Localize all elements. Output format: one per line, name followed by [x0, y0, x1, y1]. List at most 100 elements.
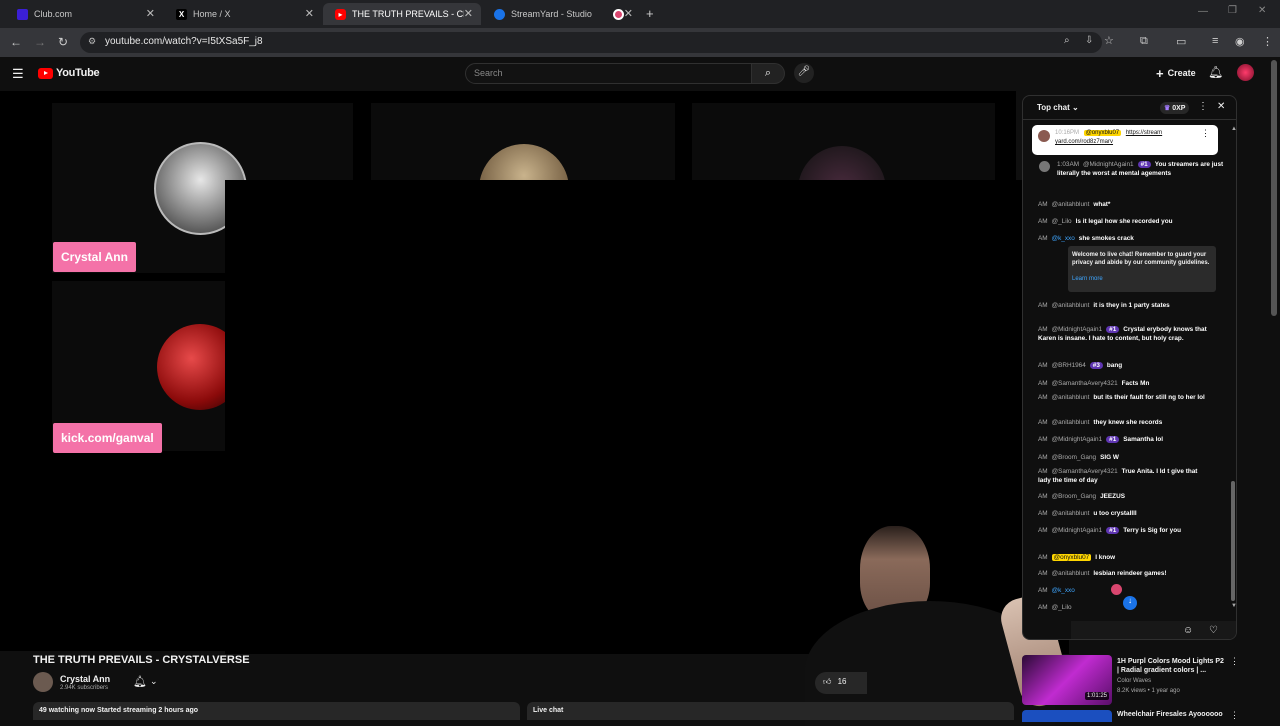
emoji-icon[interactable]: ☺ — [1183, 625, 1193, 636]
chat-message[interactable]: AM @_Lilo Is it legal how she recorded you — [1038, 217, 1208, 226]
pinned-user[interactable]: @onyxblu07 — [1083, 130, 1122, 136]
chat-scroll-thumb[interactable] — [1231, 481, 1235, 601]
chat-username[interactable]: @Broom_Gang — [1052, 454, 1097, 461]
chat-message[interactable]: AM @k_xxo she smokes crack — [1038, 234, 1208, 243]
chat-username[interactable]: @k_xxo — [1052, 235, 1075, 242]
chat-username[interactable]: @anitahblunt — [1052, 510, 1090, 517]
channel-avatar[interactable] — [33, 672, 53, 692]
chat-username[interactable]: @anitahblunt — [1052, 419, 1090, 426]
create-button[interactable]: + Create — [1150, 64, 1202, 82]
tab-x[interactable]: X Home / X ✕ — [164, 3, 322, 25]
reading-list-icon[interactable]: ≡ — [1212, 35, 1218, 47]
youtube-logo[interactable]: YouTube — [38, 67, 100, 79]
chat-message[interactable]: AM @k_xxo — [1038, 586, 1208, 595]
forward-icon[interactable]: → — [34, 35, 46, 49]
chat-message[interactable]: AM @anitahblunt u too crystallll — [1038, 509, 1208, 518]
reload-icon[interactable]: ↻ — [58, 35, 68, 49]
tab-club[interactable]: Club.com ✕ — [5, 3, 163, 25]
chat-username[interactable]: @_Lilo — [1052, 218, 1072, 225]
chat-username[interactable]: @onyxblu07 — [1051, 554, 1092, 561]
like-button[interactable]: 👍︎ 16 — [815, 672, 867, 694]
description-box[interactable]: 49 watching now Started streaming 2 hour… — [33, 702, 520, 720]
live-chat-toggle[interactable]: Live chat — [527, 702, 1014, 720]
channel-name[interactable]: Crystal Ann — [60, 674, 110, 684]
chat-message[interactable]: AM @anitahblunt what* — [1038, 200, 1208, 209]
close-tab-icon[interactable]: ✕ — [464, 7, 473, 20]
voice-search-button[interactable]: 🎤︎ — [794, 63, 814, 83]
learn-more-link[interactable]: Learn more — [1072, 275, 1212, 283]
recommendation-item[interactable]: 1:01:25 1H Purpl Colors Mood Lights P2 |… — [1022, 655, 1262, 722]
scroll-up-icon[interactable]: ▲ — [1231, 126, 1236, 132]
chat-username[interactable]: @BRH1964 — [1052, 362, 1086, 369]
chat-username[interactable]: @MidnightAgain1 — [1083, 161, 1134, 168]
chat-message[interactable]: AM @SamanthaAvery4321 Facts Mn — [1038, 379, 1208, 388]
chat-message[interactable]: AM @BRH1964 #3 bang — [1038, 361, 1208, 370]
chat-message[interactable]: AM @Broom_Gang SIG W — [1038, 453, 1208, 462]
chat-username[interactable]: @MidnightAgain1 — [1052, 436, 1103, 443]
recommendation-menu-icon[interactable]: ⋮ — [1230, 656, 1239, 667]
chat-message[interactable]: AM @onyxblu07 I know — [1038, 553, 1208, 562]
close-tab-icon[interactable]: ✕ — [305, 7, 314, 20]
zoom-icon[interactable]: ⌕ — [1064, 35, 1070, 46]
chat-message[interactable]: AM @MidnightAgain1 #1 Terry is Sig for you — [1038, 526, 1208, 535]
pinned-message[interactable]: 10:16PM @onyxblu07 https://stream yard.c… — [1032, 125, 1218, 155]
profile-icon[interactable]: ◉ — [1235, 35, 1245, 48]
maximize-icon[interactable]: ❐ — [1228, 5, 1237, 16]
extensions-icon[interactable]: ⧉ — [1140, 35, 1148, 48]
recommendation-title[interactable]: 1H Purpl Colors Mood Lights P2 | Radial … — [1117, 657, 1227, 675]
recommendation-thumbnail[interactable] — [1022, 710, 1112, 722]
tab-youtube[interactable]: ▸ THE TRUTH PREVAILS - CRYSTA ✕ — [323, 3, 481, 25]
bookmark-star-icon[interactable]: ☆ — [1104, 34, 1114, 47]
chat-username[interactable]: @k_xxo — [1052, 587, 1075, 594]
chat-menu-icon[interactable]: ⋮ — [1198, 101, 1208, 112]
chevron-down-icon[interactable]: ⌄ — [150, 676, 158, 687]
notifications-bell-icon[interactable]: 🔔︎ — [1208, 65, 1223, 79]
chat-username[interactable]: @anitahblunt — [1052, 201, 1090, 208]
scroll-down-icon[interactable]: ▼ — [1231, 603, 1236, 609]
menu-icon[interactable]: ⋮ — [1262, 35, 1273, 48]
chat-message[interactable]: AM @MidnightAgain1 #1 Crystal erybody knows… — [1038, 325, 1208, 343]
chat-message[interactable]: AM @anitahblunt but its their fault for st… — [1038, 393, 1208, 402]
install-icon[interactable]: ⇩ — [1085, 35, 1093, 46]
chat-username[interactable]: @Broom_Gang — [1052, 493, 1097, 500]
account-avatar[interactable] — [1237, 64, 1254, 81]
chat-message[interactable]: AM @anitahblunt it is they in 1 party stat… — [1038, 301, 1208, 310]
hamburger-menu-icon[interactable]: ☰ — [12, 66, 24, 82]
recommendation-menu-icon[interactable]: ⋮ — [1230, 710, 1239, 721]
close-chat-icon[interactable]: ✕ — [1217, 101, 1225, 112]
recommendation-thumbnail[interactable]: 1:01:25 — [1022, 655, 1112, 705]
chat-message[interactable]: AM @Broom_Gang JEEZUS — [1038, 492, 1208, 501]
bell-subscribed-icon[interactable]: 🔔︎ — [133, 675, 147, 688]
minimize-icon[interactable]: — — [1198, 6, 1208, 17]
scroll-to-latest-icon[interactable]: ↓ — [1123, 596, 1137, 610]
chat-username[interactable]: @anitahblunt — [1052, 302, 1090, 309]
close-tab-icon[interactable]: ✕ — [146, 7, 155, 20]
search-button[interactable]: ⌕ — [752, 63, 785, 84]
tab-recording[interactable]: ✕ — [601, 3, 639, 25]
chat-username[interactable]: @SamanthaAvery4321 — [1052, 380, 1118, 387]
chat-message[interactable]: AM @MidnightAgain1 #1 Samantha lol — [1038, 435, 1208, 444]
chat-mode-dropdown[interactable]: Top chat ⌄ — [1037, 103, 1079, 112]
search-input[interactable]: Search — [465, 63, 752, 84]
chat-message[interactable]: AM @SamanthaAvery4321 True Anita. I ld t g… — [1038, 467, 1208, 485]
recommendation-title[interactable]: Wheelchair Firesales Ayoooooo — [1117, 711, 1237, 718]
chat-message[interactable]: AM @anitahblunt lesbian reindeer games! — [1038, 569, 1208, 578]
chat-message[interactable]: 1:03AM @MidnightAgain1 #1 You streamers are… — [1039, 160, 1227, 178]
pinned-menu-icon[interactable]: ⋮ — [1201, 129, 1210, 138]
chat-username[interactable]: @MidnightAgain1 — [1052, 527, 1103, 534]
recommendation-channel[interactable]: Color Waves — [1117, 678, 1151, 684]
back-icon[interactable]: ← — [10, 35, 22, 49]
page-scrollbar[interactable] — [1271, 60, 1277, 316]
new-tab-button[interactable]: + — [646, 6, 654, 21]
heart-icon[interactable]: ♡ — [1209, 625, 1218, 636]
site-info-icon[interactable]: ⚙ — [88, 36, 96, 47]
close-window-icon[interactable]: ✕ — [1258, 5, 1266, 16]
chat-username[interactable]: @_Lilo — [1052, 604, 1072, 611]
cast-icon[interactable]: ▭ — [1176, 35, 1186, 48]
chat-scrollbar[interactable]: ▲ ▼ — [1231, 126, 1236, 609]
chat-username[interactable]: @anitahblunt — [1052, 570, 1090, 577]
xp-badge[interactable]: ♛ 0XP — [1160, 102, 1190, 114]
chat-username[interactable]: @SamanthaAvery4321 — [1052, 468, 1118, 475]
address-bar[interactable]: ⚙ youtube.com/watch?v=I5tXSa5F_j8 ⌕ ⇩ ☆ — [80, 32, 1114, 53]
chat-input[interactable]: ☺ ♡ — [1071, 621, 1236, 639]
